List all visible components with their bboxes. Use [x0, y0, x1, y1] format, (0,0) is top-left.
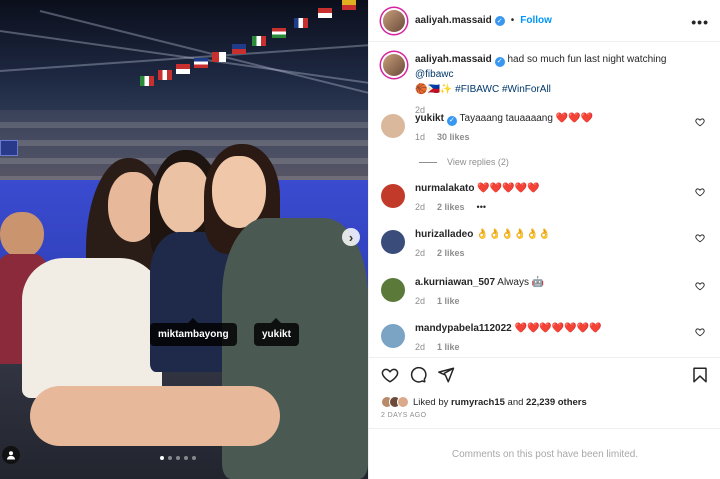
- comment-likes[interactable]: 1 like: [437, 342, 460, 352]
- flag: [342, 0, 356, 10]
- carousel-dot[interactable]: [176, 456, 180, 460]
- comment-likes[interactable]: 1 like: [437, 296, 460, 306]
- carousel-dot[interactable]: [160, 456, 164, 460]
- comment-username[interactable]: hurizalladeo: [415, 229, 473, 240]
- comment-username[interactable]: mandypabela112022: [415, 323, 512, 334]
- comment-likes[interactable]: 30 likes: [437, 132, 470, 142]
- scoreboard: [0, 140, 18, 156]
- commenter-avatar[interactable]: [381, 184, 405, 208]
- person-2-face: [158, 162, 210, 234]
- comment-likes[interactable]: 2 likes: [437, 248, 465, 258]
- comment-item: nurmalakato ❤️❤️❤️❤️❤️ 2d 2 likes •••: [381, 182, 711, 212]
- flag: [272, 28, 286, 38]
- caption-avatar[interactable]: [383, 54, 405, 76]
- comment-text: ❤️❤️❤️❤️❤️❤️❤️: [514, 323, 602, 334]
- comment-likes[interactable]: 2 likes: [437, 202, 465, 212]
- comment-item: a.kurniawan_507 Always 🤖 2d 1 like: [381, 276, 711, 306]
- comment-username[interactable]: nurmalakato: [415, 183, 474, 194]
- person-3-face: [212, 156, 266, 228]
- liked-by-prefix: Liked by: [413, 396, 449, 408]
- commenter-avatar[interactable]: [381, 230, 405, 254]
- comment-more-icon[interactable]: •••: [477, 202, 486, 212]
- comment-icon[interactable]: [409, 366, 427, 384]
- liker-avatar: [397, 396, 409, 408]
- author-avatar[interactable]: [383, 9, 405, 32]
- carousel-dot[interactable]: [184, 456, 188, 460]
- comment-like-heart-icon[interactable]: [695, 187, 705, 197]
- comment-username[interactable]: yukikt: [415, 113, 444, 124]
- caption-hashtags[interactable]: #FIBAWC #WinForAll: [455, 84, 551, 95]
- comment-username[interactable]: a.kurniawan_507: [415, 277, 495, 288]
- author-username[interactable]: aaliyah.massaid: [415, 15, 492, 26]
- carousel-dot[interactable]: [168, 456, 172, 460]
- flag: [252, 36, 266, 46]
- verified-icon: ✓: [446, 116, 457, 126]
- post-header: aaliyah.massaid ✓ • Follow •••: [369, 0, 720, 42]
- photo-tag-yukikt[interactable]: yukikt: [254, 318, 299, 346]
- flag: [158, 70, 172, 80]
- caption-username[interactable]: aaliyah.massaid: [415, 54, 492, 65]
- caption-mention[interactable]: @fibawc: [415, 69, 454, 80]
- commenter-avatar[interactable]: [381, 324, 405, 348]
- comment-text: Tayaaang tauaaaang ❤️❤️❤️: [459, 113, 594, 124]
- post-sidebar: aaliyah.massaid ✓ • Follow ••• aaliyah.m…: [368, 0, 720, 479]
- action-bar: [369, 357, 720, 393]
- comment-time: 2d: [415, 342, 426, 352]
- comment-like-heart-icon[interactable]: [695, 233, 705, 243]
- arm: [30, 386, 280, 446]
- comment-time: 2d: [415, 296, 426, 306]
- comment-item: yukikt ✓ Tayaaang tauaaaang ❤️❤️❤️ 1d 30 li…: [381, 112, 711, 142]
- flag: [294, 18, 308, 28]
- comment-time: 2d: [415, 248, 426, 258]
- follow-button[interactable]: Follow: [520, 15, 552, 26]
- person-1-shirt: [22, 258, 162, 398]
- flag: [194, 58, 208, 68]
- photo-tag-miktambayong[interactable]: miktambayong: [150, 318, 237, 346]
- carousel-dot[interactable]: [192, 456, 196, 460]
- liked-by-and: and: [507, 396, 524, 408]
- caption-text: had so much fun last night watching: [507, 54, 667, 65]
- flag: [212, 52, 226, 62]
- flag: [318, 8, 332, 18]
- comment-item: mandypabela112022 ❤️❤️❤️❤️❤️❤️❤️ 2d 1 like: [381, 322, 711, 352]
- likes-count[interactable]: 22,239 others: [526, 397, 587, 408]
- comments-limited-notice: Comments on this post have been limited.: [369, 428, 720, 479]
- commenter-avatar[interactable]: [381, 114, 405, 138]
- flag: [176, 64, 190, 74]
- commenter-avatar[interactable]: [381, 278, 405, 302]
- flag: [232, 44, 246, 54]
- more-options-icon[interactable]: •••: [691, 14, 709, 30]
- like-heart-icon[interactable]: [381, 366, 399, 384]
- post-photo[interactable]: miktambayong yukikt ›: [0, 0, 368, 479]
- verified-icon: ✓: [494, 15, 505, 26]
- caption-emoji: 🏀🇵🇭✨: [415, 84, 453, 95]
- comment-like-heart-icon[interactable]: [695, 327, 705, 337]
- instagram-post: miktambayong yukikt › aaliyah.massaid ✓ …: [0, 0, 720, 479]
- comment-time: 2d: [415, 202, 426, 212]
- carousel-dots: [160, 456, 196, 460]
- comment-time: 1d: [415, 132, 426, 142]
- likes-summary: Liked by rumyrach15 and 22,239 others: [381, 396, 587, 408]
- save-bookmark-icon[interactable]: [691, 366, 709, 384]
- flag: [140, 76, 154, 86]
- spectator: [0, 212, 44, 258]
- comment-text: ❤️❤️❤️❤️❤️: [477, 183, 540, 194]
- comment-text: Always 🤖: [497, 277, 545, 288]
- share-icon[interactable]: [437, 366, 455, 384]
- comment-like-heart-icon[interactable]: [695, 281, 705, 291]
- liked-by-user[interactable]: rumyrach15: [451, 397, 505, 408]
- tagged-users-icon[interactable]: [2, 446, 20, 464]
- comment-like-heart-icon[interactable]: [695, 117, 705, 127]
- carousel-next-button[interactable]: ›: [342, 228, 360, 246]
- post-caption: aaliyah.massaid ✓ had so much fun last ni…: [381, 52, 711, 118]
- view-replies-button[interactable]: View replies (2): [419, 157, 509, 167]
- verified-icon: ✓: [494, 56, 505, 67]
- comment-item: hurizalladeo 👌👌👌👌👌👌 2d 2 likes: [381, 228, 711, 258]
- comment-text: 👌👌👌👌👌👌: [476, 229, 551, 240]
- posted-time: 2 DAYS AGO: [381, 412, 427, 419]
